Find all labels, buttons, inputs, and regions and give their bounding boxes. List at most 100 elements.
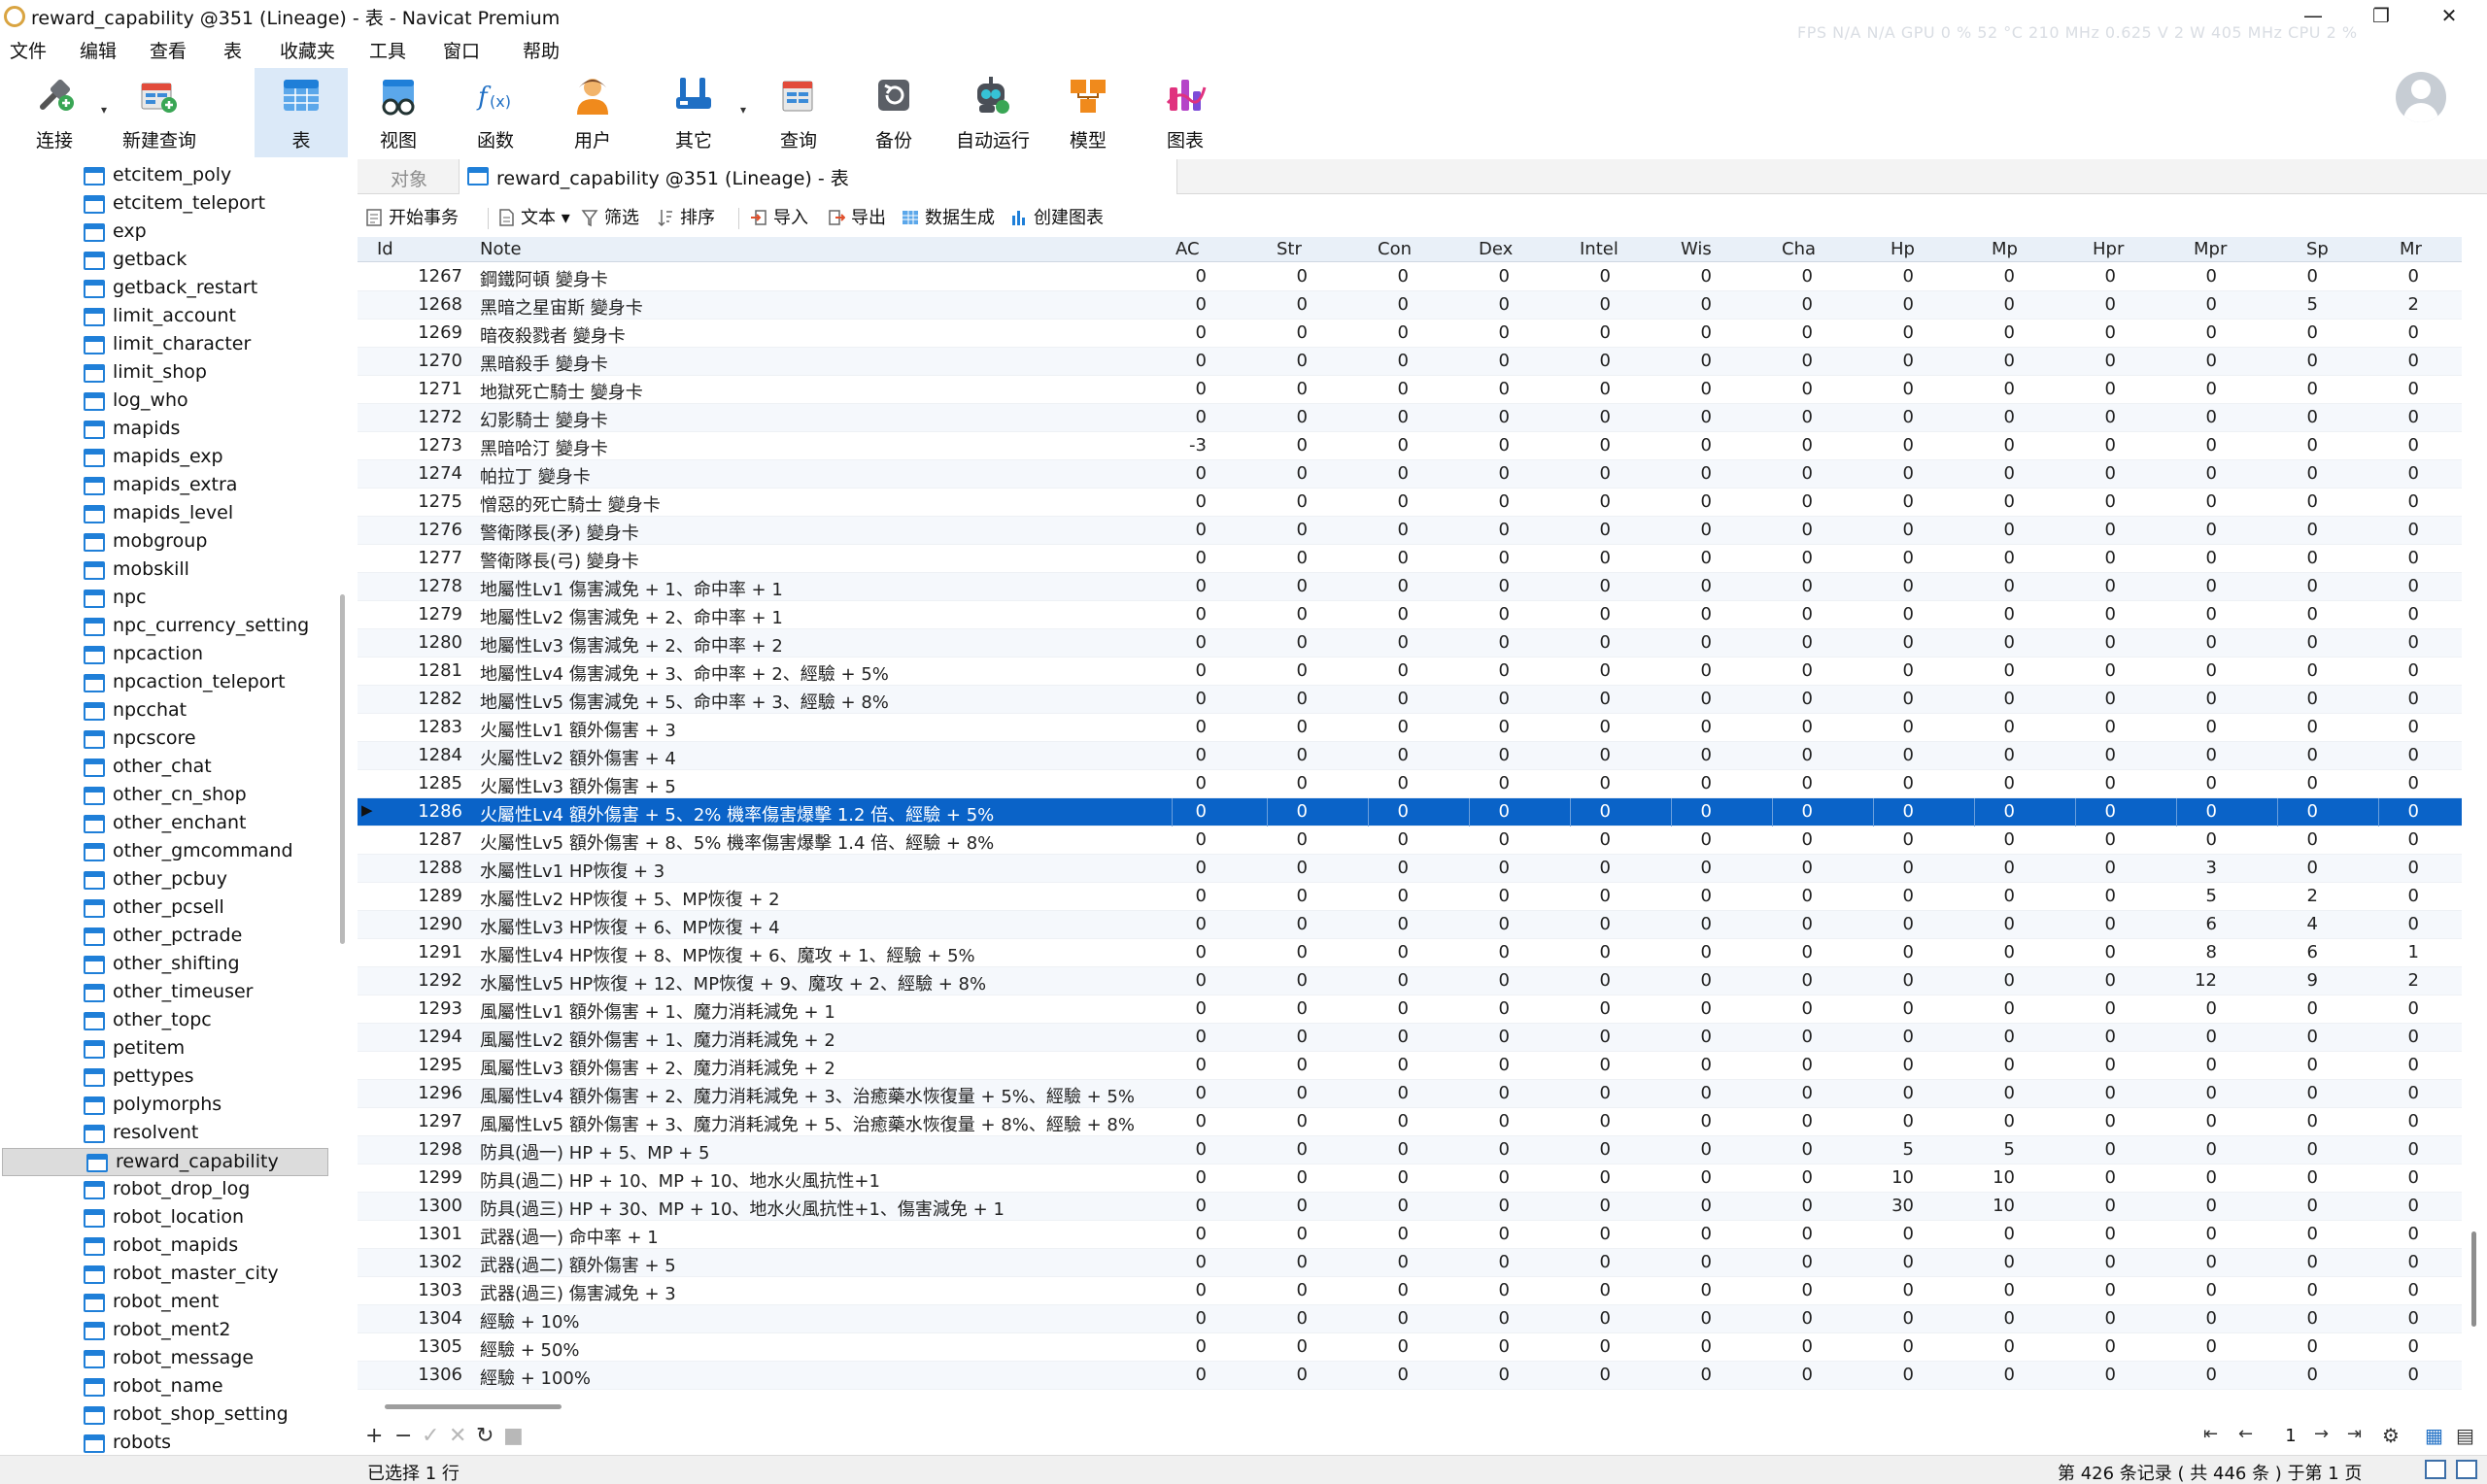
cell-sp[interactable]: 0 [2260,1336,2318,1357]
cell-mp[interactable]: 0 [1957,520,2015,540]
cell-str[interactable]: 0 [1249,717,1308,737]
cell-dex[interactable]: 0 [1451,689,1510,709]
cell-id[interactable]: 1286 [404,801,462,822]
nav-table-mobskill[interactable]: mobskill [0,556,328,585]
column-header-cha[interactable]: Cha [1782,239,1816,259]
cell-ac[interactable]: 0 [1148,914,1207,934]
table-row[interactable]: 1294 風屬性Lv2 額外傷害 + 1、魔力消耗減免 + 2 0 0 0 0 0 0 0 0 0 0… [358,1024,2462,1052]
gear-icon[interactable]: ⚙ [2382,1424,2400,1447]
nav-table-limit-character[interactable]: limit_character [0,331,328,359]
cell-intel[interactable]: 0 [1552,773,1611,793]
cell-id[interactable]: 1268 [404,294,462,315]
cell-cha[interactable]: 0 [1755,717,1813,737]
nav-table-npcaction[interactable]: npcaction [0,641,328,669]
cell-note[interactable]: 火屬性Lv3 額外傷害 + 5 [480,773,676,798]
cell-str[interactable]: 0 [1249,1111,1308,1131]
cell-cha[interactable]: 0 [1755,1139,1813,1160]
nav-table-other-topc[interactable]: other_topc [0,1007,328,1035]
table-row[interactable]: 1278 地屬性Lv1 傷害減免 + 1、命中率 + 1 0 0 0 0 0 0 0 0 0 0 0 0 0 [358,573,2462,601]
cell-intel[interactable]: 0 [1552,970,1611,991]
cell-con[interactable]: 0 [1350,407,1409,427]
cell-mp[interactable]: 0 [1957,801,2015,822]
navigator-scrollbar[interactable] [340,594,345,944]
cell-intel[interactable]: 0 [1552,1280,1611,1300]
cell-intel[interactable]: 0 [1552,294,1611,315]
cell-note[interactable]: 水屬性Lv2 HP恢復 + 5、MP恢復 + 2 [480,886,780,911]
cell-cha[interactable]: 0 [1755,660,1813,681]
cell-sp[interactable]: 0 [2260,1111,2318,1131]
cell-ac[interactable]: 0 [1148,1055,1207,1075]
cell-note[interactable]: 警衛隊長(矛) 變身卡 [480,520,639,545]
cell-id[interactable]: 1277 [404,548,462,568]
cell-mp[interactable]: 0 [1957,660,2015,681]
cell-str[interactable]: 0 [1249,294,1308,315]
table-row[interactable]: 1306 經驗 + 100% 0 0 0 0 0 0 0 0 0 0 0 0 0 [358,1362,2462,1390]
cell-str[interactable]: 0 [1249,1308,1308,1329]
vertical-scrollbar[interactable] [2471,1231,2476,1327]
cell-intel[interactable]: 0 [1552,1167,1611,1188]
cell-note[interactable]: 武器(過三) 傷害減免 + 3 [480,1280,676,1305]
cell-mp[interactable]: 0 [1957,858,2015,878]
cell-ac[interactable]: 0 [1148,294,1207,315]
next-page-button[interactable]: → [2314,1424,2329,1444]
cell-hpr[interactable]: 0 [2058,970,2116,991]
cell-mpr[interactable]: 0 [2159,689,2217,709]
cell-hp[interactable]: 5 [1856,1139,1914,1160]
cell-hpr[interactable]: 0 [2058,632,2116,653]
cell-hp[interactable]: 0 [1856,1224,1914,1244]
delete-record-button[interactable]: − [394,1424,412,1448]
cell-sp[interactable]: 0 [2260,1224,2318,1244]
cell-mpr[interactable]: 0 [2159,322,2217,343]
data-grid[interactable]: Id Note AC Str Con Dex Intel Wis Cha Hp Mp Hpr Mpr Sp… [358,237,2462,1395]
cell-note[interactable]: 地屬性Lv5 傷害減免 + 5、命中率 + 3、經驗 + 8% [480,689,889,714]
cell-mpr[interactable]: 0 [2159,829,2217,850]
query-button[interactable]: 查询 [752,68,845,157]
table-row[interactable]: 1275 憎惡的死亡騎士 變身卡 0 0 0 0 0 0 0 0 0 0 0 0 0 [358,489,2462,517]
cell-mp[interactable]: 0 [1957,773,2015,793]
cell-cha[interactable]: 0 [1755,1224,1813,1244]
cell-sp[interactable]: 0 [2260,1308,2318,1329]
cell-cha[interactable]: 0 [1755,435,1813,455]
cell-dex[interactable]: 0 [1451,1027,1510,1047]
nav-table-robot-ment2[interactable]: robot_ment2 [0,1317,328,1345]
cell-wis[interactable]: 0 [1653,1336,1712,1357]
cell-mp[interactable]: 0 [1957,548,2015,568]
cell-note[interactable]: 火屬性Lv4 額外傷害 + 5、2% 機率傷害爆擊 1.2 倍、經驗 + 5% [480,801,994,826]
cell-sp[interactable]: 0 [2260,407,2318,427]
cell-wis[interactable]: 0 [1653,886,1712,906]
cell-mr[interactable]: 0 [2361,632,2419,653]
cell-wis[interactable]: 0 [1653,1280,1712,1300]
cell-dex[interactable]: 0 [1451,463,1510,484]
nav-table-polymorphs[interactable]: polymorphs [0,1092,328,1120]
cell-mp[interactable]: 0 [1957,1252,2015,1272]
cell-mp[interactable]: 0 [1957,379,2015,399]
cell-dex[interactable]: 0 [1451,1111,1510,1131]
cell-hpr[interactable]: 0 [2058,351,2116,371]
nav-table-getback[interactable]: getback [0,247,328,275]
column-header-intel[interactable]: Intel [1580,239,1618,259]
view-button[interactable]: 视图 [352,68,445,157]
cell-id[interactable]: 1273 [404,435,462,455]
cell-wis[interactable]: 0 [1653,1139,1712,1160]
cell-mp[interactable]: 0 [1957,886,2015,906]
cell-hpr[interactable]: 0 [2058,1083,2116,1103]
cell-mp[interactable]: 0 [1957,435,2015,455]
nav-table-robot-name[interactable]: robot_name [0,1373,328,1401]
cell-mp[interactable]: 0 [1957,294,2015,315]
cell-cha[interactable]: 0 [1755,576,1813,596]
nav-table-etcitem-poly[interactable]: etcitem_poly [0,162,328,190]
cell-mpr[interactable]: 0 [2159,773,2217,793]
cell-intel[interactable]: 0 [1552,801,1611,822]
cell-mr[interactable]: 0 [2361,435,2419,455]
cell-ac[interactable]: 0 [1148,660,1207,681]
cell-mr[interactable]: 2 [2361,294,2419,315]
cell-id[interactable]: 1301 [404,1224,462,1244]
cell-wis[interactable]: 0 [1653,717,1712,737]
cell-dex[interactable]: 0 [1451,520,1510,540]
cell-con[interactable]: 0 [1350,351,1409,371]
cell-cha[interactable]: 0 [1755,463,1813,484]
cell-id[interactable]: 1276 [404,520,462,540]
cell-note[interactable]: 警衛隊長(弓) 變身卡 [480,548,639,573]
cell-cha[interactable]: 0 [1755,491,1813,512]
cell-id[interactable]: 1269 [404,322,462,343]
